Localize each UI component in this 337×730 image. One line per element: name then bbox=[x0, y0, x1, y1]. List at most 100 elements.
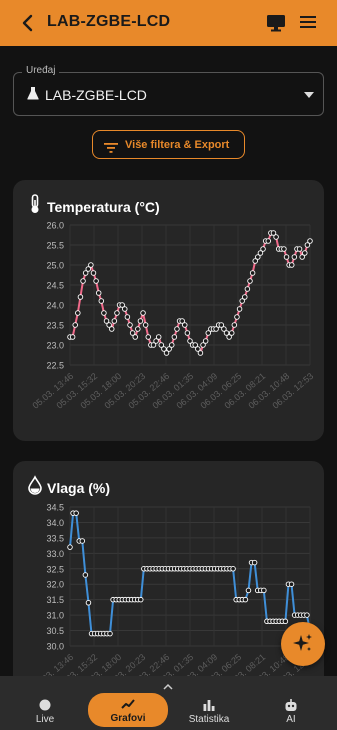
nav-item-live[interactable]: Live bbox=[8, 694, 82, 728]
dropdown-arrow-icon bbox=[304, 92, 314, 98]
nav-label-statistika: Statistika bbox=[188, 714, 230, 725]
app-bar: LAB-ZGBE-LCD bbox=[0, 0, 337, 46]
temperature-data-point bbox=[108, 326, 115, 332]
sparkle-icon bbox=[293, 634, 312, 651]
temperature-data-point bbox=[247, 278, 253, 284]
temperature-data-point bbox=[236, 306, 243, 312]
temperature-data-point bbox=[242, 294, 248, 300]
filter-export-button[interactable]: Više filtera & Export bbox=[92, 130, 245, 159]
humidity-data-point bbox=[245, 587, 252, 594]
temperature-data-point bbox=[132, 334, 138, 340]
bar-chart-icon bbox=[202, 698, 216, 712]
temperature-data-point bbox=[291, 254, 298, 260]
humidity-data-point bbox=[138, 596, 144, 603]
temperature-data-point bbox=[140, 310, 146, 316]
temperature-data-point bbox=[77, 294, 84, 300]
device-select-value: LAB-ZGBE-LCD bbox=[45, 87, 147, 103]
humidity-data-point bbox=[67, 544, 73, 550]
temperature-data-point bbox=[197, 350, 204, 356]
temperature-data-point bbox=[101, 310, 107, 316]
humidity-y-tick-label: 32.5 bbox=[46, 564, 64, 574]
temperature-data-point bbox=[265, 238, 272, 244]
temperature-y-tick-label: 25.5 bbox=[46, 241, 64, 251]
humidity-data-point bbox=[85, 600, 92, 606]
temperature-data-point bbox=[260, 246, 266, 252]
live-dot-icon bbox=[38, 698, 52, 712]
humidity-chart-card: Vlaga (%) 34.5 34.0 33.5 33.0 32.5 32.0 31.5 31… bbox=[13, 461, 324, 691]
temperature-data-point bbox=[137, 318, 144, 324]
ai-sparkle-button[interactable] bbox=[281, 622, 325, 666]
temperature-data-point bbox=[127, 322, 133, 328]
temperature-data-point bbox=[244, 286, 251, 292]
humidity-y-tick-label: 34.0 bbox=[46, 518, 64, 528]
humidity-data-point bbox=[242, 596, 249, 603]
humidity-data-point bbox=[261, 587, 267, 594]
monitor-icon[interactable] bbox=[266, 14, 286, 32]
humidity-y-tick-label: 33.0 bbox=[46, 549, 64, 559]
temperature-data-point bbox=[281, 246, 287, 252]
temperature-data-point bbox=[75, 310, 81, 316]
temperature-y-tick-label: 25.0 bbox=[46, 261, 64, 271]
temperature-data-point bbox=[145, 334, 152, 340]
temperature-data-point bbox=[72, 322, 78, 328]
temperature-data-point bbox=[184, 330, 191, 336]
temperature-data-point bbox=[296, 246, 303, 252]
device-select[interactable]: Uređaj LAB-ZGBE-LCD bbox=[13, 65, 324, 116]
humidity-data-point bbox=[304, 612, 310, 618]
filter-export-label: Više filtera & Export bbox=[125, 139, 230, 151]
temperature-y-tick-label: 24.5 bbox=[46, 281, 64, 291]
nav-item-statistika[interactable]: Statistika bbox=[172, 694, 246, 728]
page-title: LAB-ZGBE-LCD bbox=[47, 13, 171, 30]
humidity-data-point bbox=[282, 618, 289, 625]
humidity-y-tick-label: 32.0 bbox=[46, 580, 64, 590]
temperature-data-point bbox=[302, 250, 308, 256]
menu-icon[interactable] bbox=[300, 15, 316, 29]
chevron-up-icon[interactable] bbox=[163, 678, 173, 690]
temperature-data-point bbox=[142, 322, 149, 328]
bottom-navigation: Live Grafovi Statistika AI bbox=[0, 676, 337, 730]
humidity-y-tick-label: 33.5 bbox=[46, 533, 64, 543]
temperature-y-tick-label: 23.5 bbox=[46, 321, 64, 331]
humidity-data-point bbox=[230, 566, 236, 572]
temperature-data-point bbox=[155, 334, 162, 340]
temperature-y-tick-label: 22.5 bbox=[46, 361, 64, 371]
temperature-data-point bbox=[69, 334, 76, 340]
device-select-label: Uređaj bbox=[22, 65, 60, 76]
temperature-y-tick-label: 26.0 bbox=[46, 221, 64, 231]
humidity-data-point bbox=[288, 581, 295, 587]
temperature-data-point bbox=[288, 262, 295, 268]
temperature-data-point bbox=[124, 314, 131, 320]
temperature-data-point bbox=[114, 310, 120, 316]
temperature-data-point bbox=[122, 306, 128, 312]
temperature-data-point bbox=[135, 326, 141, 332]
temperature-data-point bbox=[283, 254, 290, 260]
temperature-data-point bbox=[307, 238, 313, 244]
temperature-chart-card: Temperatura (°C) 26.0 25.5 25.0 24.5 24.0 23.… bbox=[13, 180, 324, 441]
flask-icon bbox=[27, 86, 39, 100]
humidity-y-tick-label: 30.0 bbox=[46, 642, 64, 652]
temperature-y-tick-label: 23.0 bbox=[46, 341, 64, 351]
humidity-y-tick-label: 30.5 bbox=[46, 626, 64, 636]
temperature-data-point bbox=[174, 326, 180, 332]
humidity-data-point bbox=[107, 630, 113, 637]
temperature-y-tick-label: 24.0 bbox=[46, 301, 64, 311]
humidity-data-point bbox=[251, 559, 258, 566]
humidity-data-point bbox=[73, 510, 79, 516]
back-arrow-icon[interactable] bbox=[20, 13, 36, 33]
temperature-data-point bbox=[249, 270, 256, 276]
humidity-chart: 34.5 34.0 33.5 33.0 32.5 32.0 31.5 31.0 30.5 30.0… bbox=[31, 503, 316, 692]
nav-item-ai[interactable]: AI bbox=[254, 694, 328, 728]
temperature-data-point bbox=[273, 234, 279, 240]
temperature-data-point bbox=[168, 342, 175, 348]
humidity-y-tick-label: 31.5 bbox=[46, 595, 64, 605]
temperature-data-point bbox=[234, 314, 240, 320]
temperature-data-point bbox=[88, 262, 94, 268]
temperature-data-point bbox=[182, 322, 188, 328]
temperature-data-point bbox=[228, 330, 235, 336]
humidity-y-tick-label: 34.5 bbox=[46, 503, 64, 513]
temperature-data-point bbox=[95, 290, 102, 296]
temperature-data-point bbox=[171, 334, 178, 340]
nav-item-grafovi[interactable]: Grafovi bbox=[88, 693, 168, 727]
filter-icon bbox=[104, 140, 118, 153]
nav-label-ai: AI bbox=[286, 714, 296, 725]
